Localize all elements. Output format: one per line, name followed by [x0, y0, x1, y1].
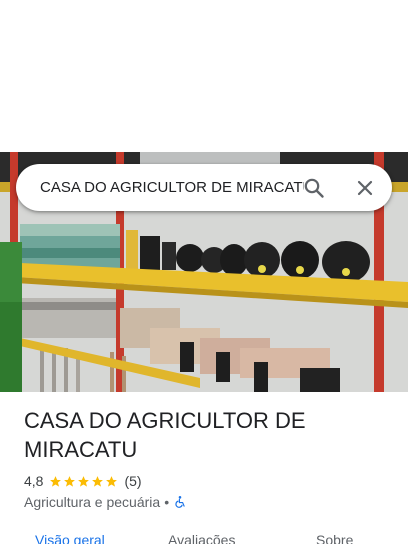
close-icon[interactable]	[353, 176, 377, 200]
star-icon	[106, 475, 118, 487]
blank-map-area	[0, 0, 408, 152]
search-icon[interactable]	[302, 176, 326, 200]
search-bar[interactable]: CASA DO AGRICULTOR DE MIRACATU	[16, 164, 392, 211]
place-title: CASA DO AGRICULTOR DE MIRACATU	[24, 408, 306, 462]
category-row: Agricultura e pecuária •	[24, 492, 187, 512]
star-icon	[50, 475, 62, 487]
wheelchair-accessible-icon	[175, 496, 185, 508]
separator-dot: •	[164, 494, 170, 510]
place-category: Agricultura e pecuária	[24, 494, 161, 510]
rating-row[interactable]: 4,8 (5)	[24, 471, 142, 491]
review-count[interactable]: (5)	[124, 473, 141, 489]
tab-overview[interactable]: Visão geral	[35, 532, 105, 544]
search-input[interactable]: CASA DO AGRICULTOR DE MIRACATU	[40, 164, 304, 211]
star-icon	[78, 475, 90, 487]
star-icon	[92, 475, 104, 487]
tab-reviews[interactable]: Avaliações	[168, 532, 235, 544]
place-tabs: Visão geral Avaliações Sobre	[0, 528, 408, 544]
rating-value: 4,8	[24, 473, 44, 489]
tab-about[interactable]: Sobre	[316, 532, 353, 544]
star-rating	[49, 475, 119, 488]
star-icon	[64, 475, 76, 487]
